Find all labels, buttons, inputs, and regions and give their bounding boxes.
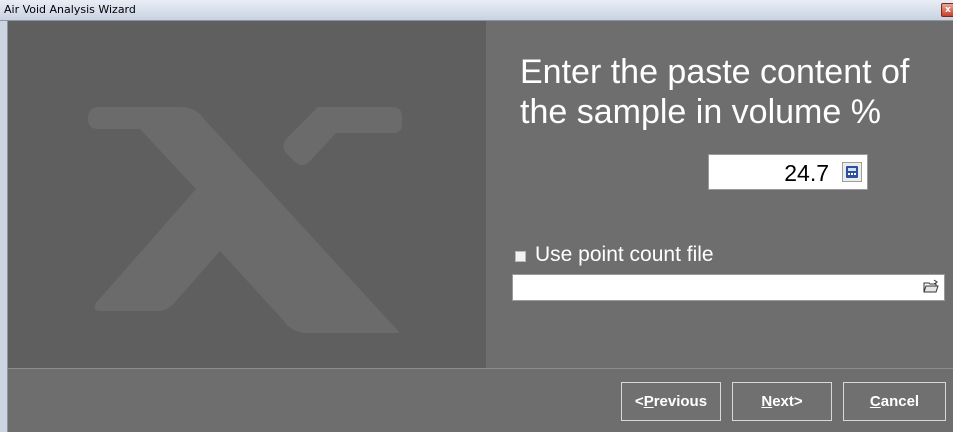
previous-mnemonic: P: [643, 393, 654, 410]
wizard-window: Air Void Analysis Wizard x Enter the pas…: [0, 0, 953, 432]
next-rest: ext>: [772, 393, 803, 410]
next-button[interactable]: Next>: [732, 382, 832, 421]
use-point-count-label[interactable]: Use point count file: [535, 243, 714, 267]
calculator-icon[interactable]: [842, 162, 862, 182]
point-count-file-input[interactable]: [515, 277, 919, 299]
wizard-footer: < Previous Next> Cancel: [8, 368, 953, 432]
close-icon[interactable]: x: [941, 3, 953, 17]
folder-open-icon[interactable]: [923, 279, 939, 300]
window-title: Air Void Analysis Wizard: [4, 3, 136, 16]
previous-button[interactable]: < Previous: [621, 382, 721, 421]
paste-content-prompt: Enter the paste content of the sample in…: [520, 53, 910, 131]
paste-content-value[interactable]: 24.7: [784, 160, 829, 187]
cancel-mnemonic: C: [869, 393, 881, 410]
logo-panel: [8, 21, 486, 368]
next-mnemonic: N: [761, 393, 773, 410]
previous-prefix: <: [634, 393, 644, 410]
window-frame-left: [0, 21, 8, 432]
paste-content-field[interactable]: 24.7: [708, 154, 868, 190]
point-count-file-field[interactable]: [512, 274, 945, 301]
x-logo: [88, 107, 402, 333]
content-panel: Enter the paste content of the sample in…: [486, 21, 953, 368]
previous-rest: revious: [653, 393, 708, 410]
cancel-button[interactable]: Cancel: [843, 382, 946, 421]
cancel-rest: ancel: [880, 393, 920, 410]
title-bar[interactable]: Air Void Analysis Wizard x: [0, 0, 953, 21]
use-point-count-checkbox[interactable]: [515, 251, 526, 262]
